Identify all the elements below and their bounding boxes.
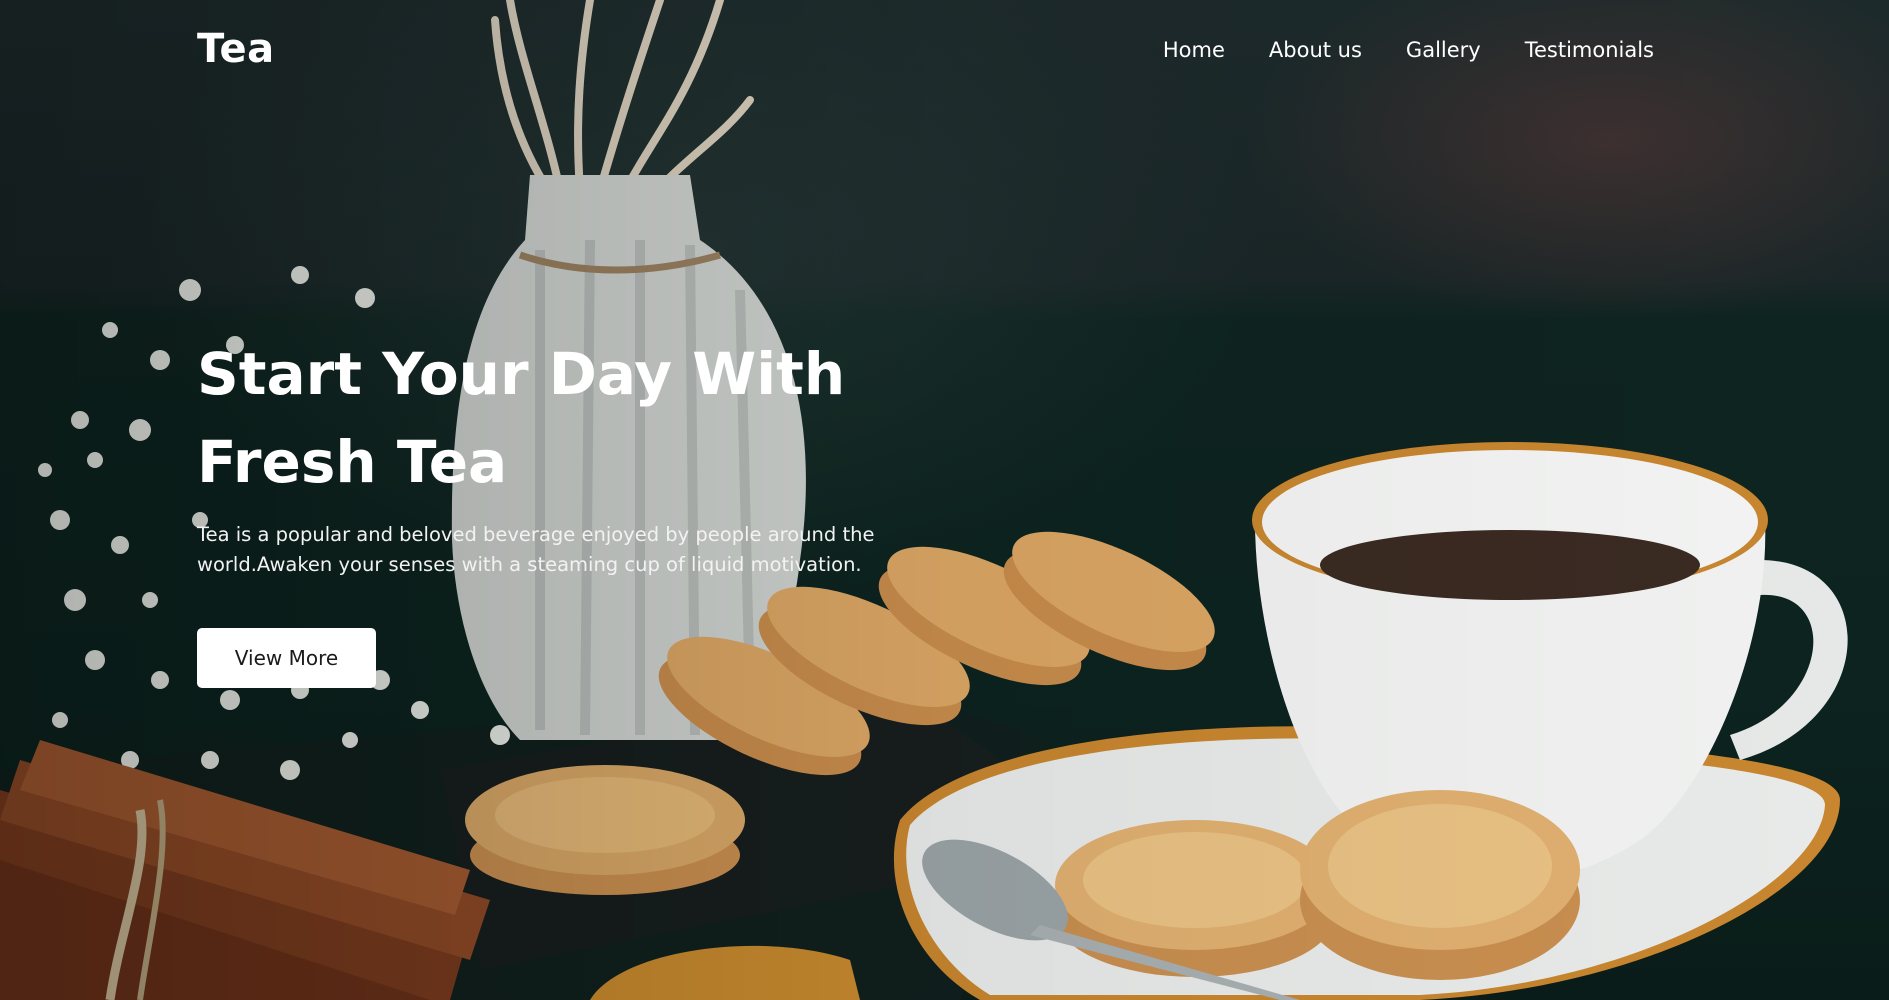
nav-link-about-us[interactable]: About us	[1269, 38, 1362, 62]
view-more-button[interactable]: View More	[197, 628, 376, 688]
hero-headline-line2: Fresh Tea	[197, 428, 508, 496]
nav-link-testimonials[interactable]: Testimonials	[1525, 38, 1654, 62]
nav-link-gallery[interactable]: Gallery	[1406, 38, 1481, 62]
hero-headline-line1: Start Your Day With	[197, 340, 846, 408]
brand-logo[interactable]: Tea	[197, 26, 275, 72]
hero-headline: Start Your Day With Fresh Tea	[197, 330, 917, 506]
nav-link-home[interactable]: Home	[1163, 38, 1225, 62]
main-nav: Home About us Gallery Testimonials	[1163, 38, 1654, 62]
hero-description: Tea is a popular and beloved beverage en…	[197, 523, 875, 576]
